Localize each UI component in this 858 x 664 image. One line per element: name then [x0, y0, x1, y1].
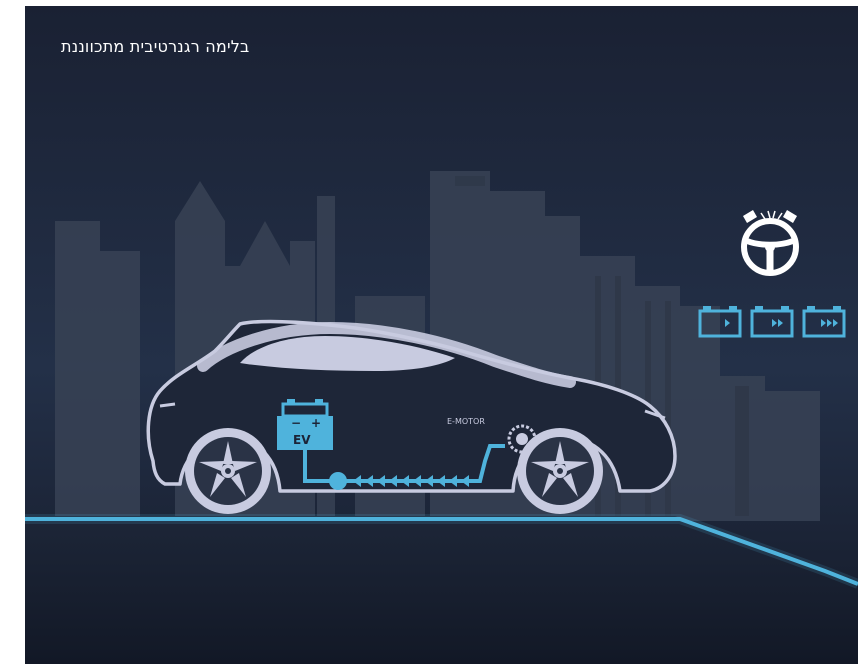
regen-braking-scene: − + EV E-MOTOR	[25, 6, 858, 664]
motor-label: E-MOTOR	[447, 417, 485, 426]
front-wheel	[517, 428, 603, 514]
battery-minus: −	[291, 416, 301, 430]
battery-plus: +	[311, 416, 321, 430]
caption-title: בלימה רגנרטיבית מתכווננת	[61, 37, 250, 56]
battery-label: EV	[293, 433, 311, 447]
rear-wheel	[185, 428, 271, 514]
illustration-panel: − + EV E-MOTOR בלימה רגנרטיבית מתכווננת	[25, 6, 858, 664]
energy-node	[329, 472, 347, 490]
